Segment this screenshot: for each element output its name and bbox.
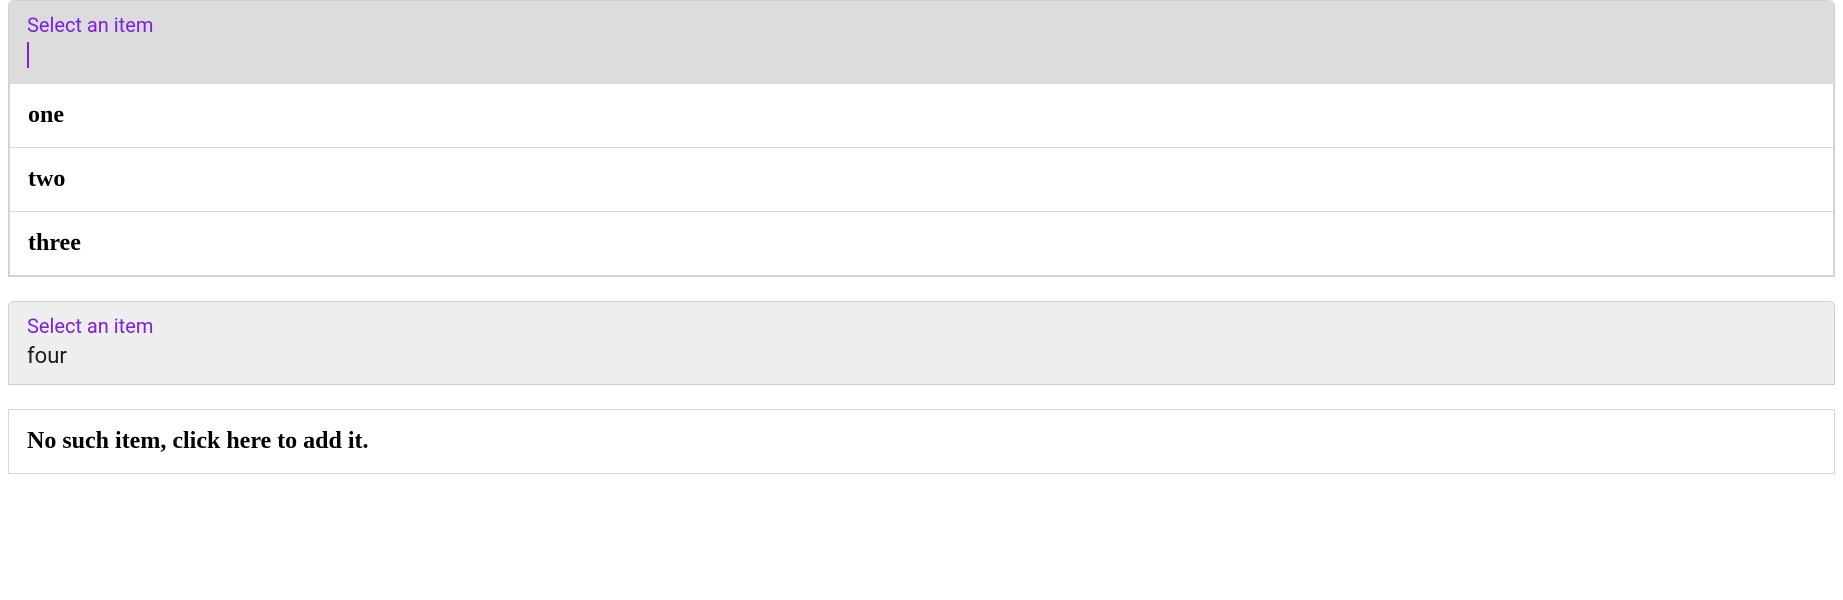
options-list-1: one two three	[9, 83, 1834, 276]
select-header-1[interactable]: Select an item	[9, 1, 1834, 83]
select-label-2: Select an item	[27, 314, 1816, 338]
option-item-one[interactable]: one	[9, 83, 1834, 148]
option-item-two[interactable]: two	[9, 148, 1834, 212]
select-value-2: four	[27, 344, 67, 369]
select-container-1: Select an item one two three	[8, 0, 1835, 277]
select-container-2: Select an item four	[8, 301, 1835, 385]
select-input-1[interactable]	[27, 41, 1816, 69]
select-label-1: Select an item	[27, 13, 1816, 37]
text-cursor-icon	[27, 42, 29, 68]
add-item-prompt[interactable]: No such item, click here to add it.	[8, 409, 1835, 474]
select-header-2[interactable]: Select an item four	[9, 302, 1834, 384]
add-item-wrapper: No such item, click here to add it.	[8, 409, 1835, 474]
option-item-three[interactable]: three	[9, 212, 1834, 276]
select-input-2[interactable]: four	[27, 342, 1816, 370]
